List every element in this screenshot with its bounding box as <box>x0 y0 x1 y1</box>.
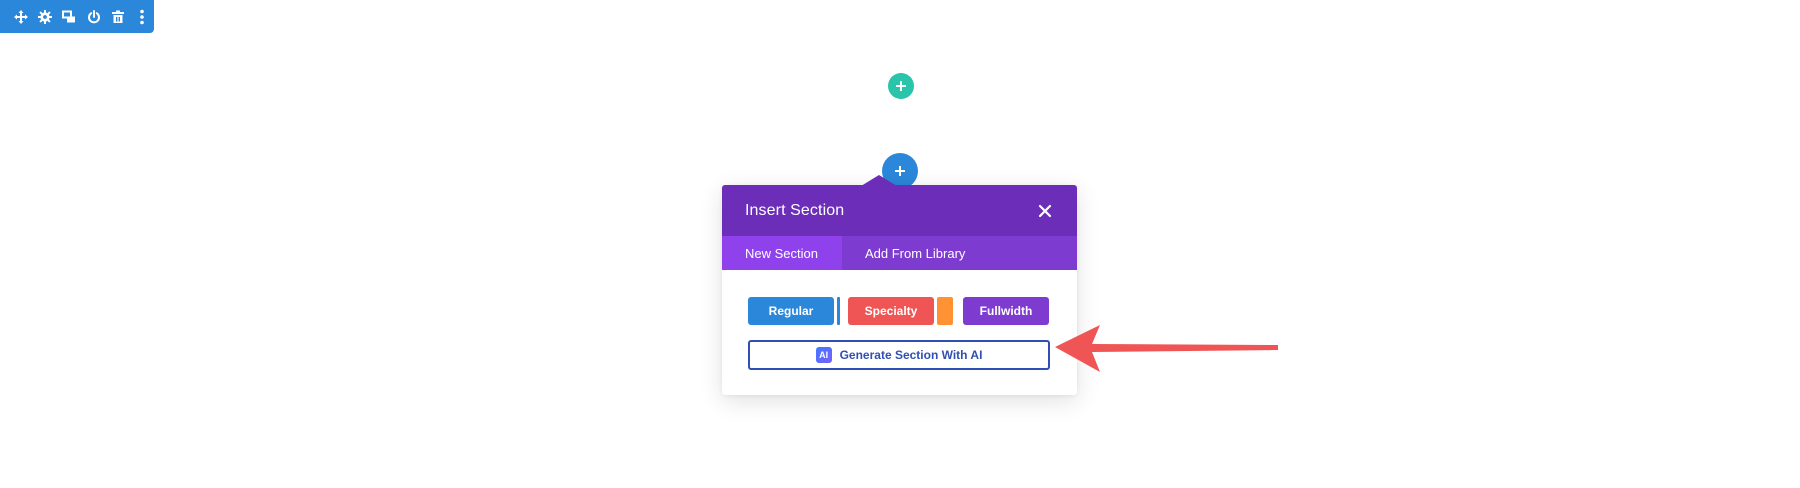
plus-icon <box>896 81 906 91</box>
tab-add-from-library[interactable]: Add From Library <box>842 236 965 270</box>
annotation-arrow-icon <box>1055 325 1278 372</box>
ai-button-label: Generate Section With AI <box>839 348 983 362</box>
regular-section-divider <box>837 297 840 325</box>
specialty-section-button[interactable]: Specialty <box>848 297 934 325</box>
tab-new-section[interactable]: New Section <box>722 236 842 270</box>
modal-title: Insert Section <box>745 201 845 219</box>
power-icon[interactable] <box>82 0 106 33</box>
section-toolbar <box>0 0 154 33</box>
duplicate-icon[interactable] <box>57 0 81 33</box>
insert-section-modal: Insert Section New Section Add From Libr… <box>722 175 1077 395</box>
move-icon[interactable] <box>9 0 33 33</box>
trash-icon[interactable] <box>106 0 130 33</box>
add-row-button[interactable] <box>888 73 914 99</box>
ai-icon: AI <box>815 347 832 363</box>
modal-body: Regular Specialty Fullwidth AI Generate … <box>722 270 1077 395</box>
modal-tabs: New Section Add From Library <box>722 236 1077 270</box>
fullwidth-section-button[interactable]: Fullwidth <box>963 297 1049 325</box>
more-vertical-icon[interactable] <box>130 0 154 33</box>
modal-header: Insert Section <box>722 185 1077 236</box>
generate-section-ai-button[interactable]: AI Generate Section With AI <box>748 340 1050 370</box>
builder-canvas: Insert Section New Section Add From Libr… <box>0 0 1800 488</box>
modal-caret <box>861 175 897 186</box>
specialty-section-accent <box>937 297 953 325</box>
gear-icon[interactable] <box>33 0 57 33</box>
regular-section-button[interactable]: Regular <box>748 297 834 325</box>
close-icon[interactable] <box>1035 201 1055 221</box>
